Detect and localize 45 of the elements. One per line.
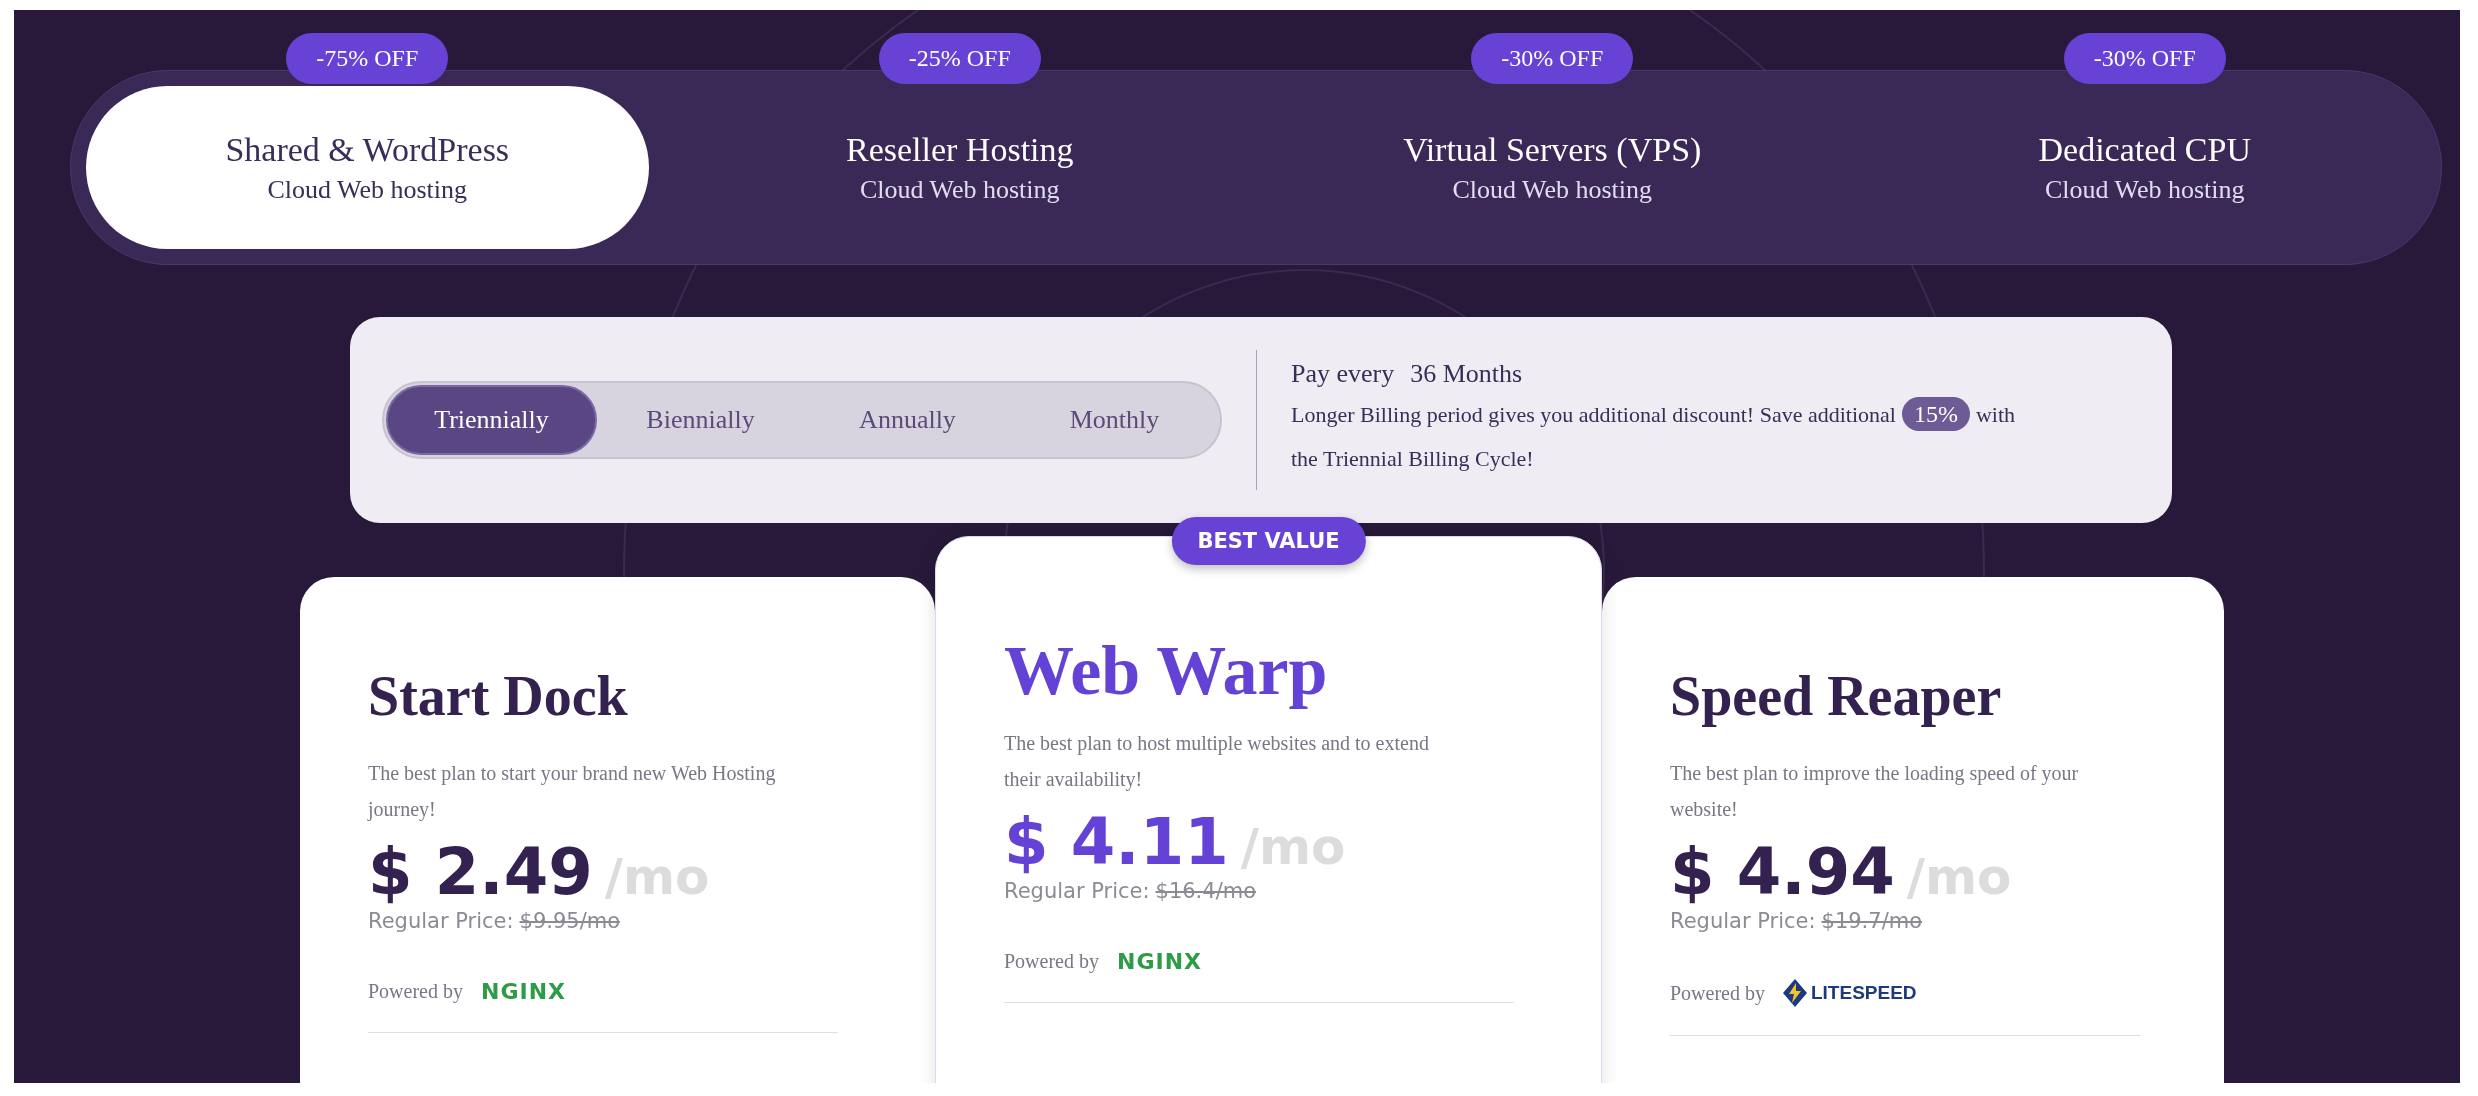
plan-price: $ 4.94 [1670,835,1895,909]
server-logo: NGINX [1117,949,1202,974]
category-subtitle: Cloud Web hosting [2044,173,2245,206]
period-option[interactable]: Annually [804,385,1011,455]
category-title: Reseller Hosting [845,129,1074,170]
plan-description: The best plan to start your brand new Web Hosting journey! [368,761,777,823]
category-title: Shared & WordPress [225,129,510,170]
category-subtitle: Cloud Web hosting [1452,173,1653,206]
pay-every-label: Pay every [1291,359,1395,389]
bolt-diamond-icon [1783,979,1807,1007]
regular-price: $19.7/mo [1821,909,1923,933]
server-logo: LITESPEED [1811,982,1917,1004]
regular-price-label: Regular Price: [368,909,514,933]
discount-badge: 15% [1901,397,1970,431]
plan-description: The best plan to improve the loading speed of your website! [1670,761,2080,822]
discount-badge: -75% OFF [286,33,449,84]
plan-price: $ 4.11 [1004,805,1229,879]
server-logo: NGINX [481,979,566,1004]
category-title: Dedicated CPU [2038,129,2251,170]
plan-description: The best plan to host multiple websites and to extend their availability! [1004,731,1430,793]
plan-name: Web Warp [1004,631,1329,711]
best-value-badge: BEST VALUE [1171,517,1366,565]
period-option[interactable]: Monthly [1011,385,1218,455]
regular-price: $16.4/mo [1155,879,1257,903]
pay-every-value: 36 Months [1410,359,1523,389]
discount-badge: -25% OFF [878,33,1041,84]
discount-note: with [1975,402,2016,427]
category-subtitle: Cloud Web hosting [859,173,1060,206]
plan-price: $ 2.49 [368,835,593,909]
plan-name: Speed Reaper [1670,664,2003,729]
category-subtitle: Cloud Web hosting [267,173,468,206]
powered-by-label: Powered by [1004,950,1099,973]
period-option[interactable]: Triennially [386,385,597,455]
regular-price: $9.95/mo [519,909,621,933]
powered-by-label: Powered by [368,980,463,1003]
discount-note: Longer Billing period gives you additional discount! Save additional [1291,402,1896,427]
regular-price-label: Regular Price: [1670,909,1816,933]
discount-badge: -30% OFF [1471,33,1634,84]
period-option[interactable]: Biennially [597,385,804,455]
regular-price-label: Regular Price: [1004,879,1150,903]
category-title: Virtual Servers (VPS) [1403,129,1702,170]
discount-badge: -30% OFF [2063,33,2226,84]
plan-name: Start Dock [368,664,629,729]
powered-by-label: Powered by [1670,981,1765,1005]
discount-note: the Triennial Billing Cycle! [1291,445,1534,473]
